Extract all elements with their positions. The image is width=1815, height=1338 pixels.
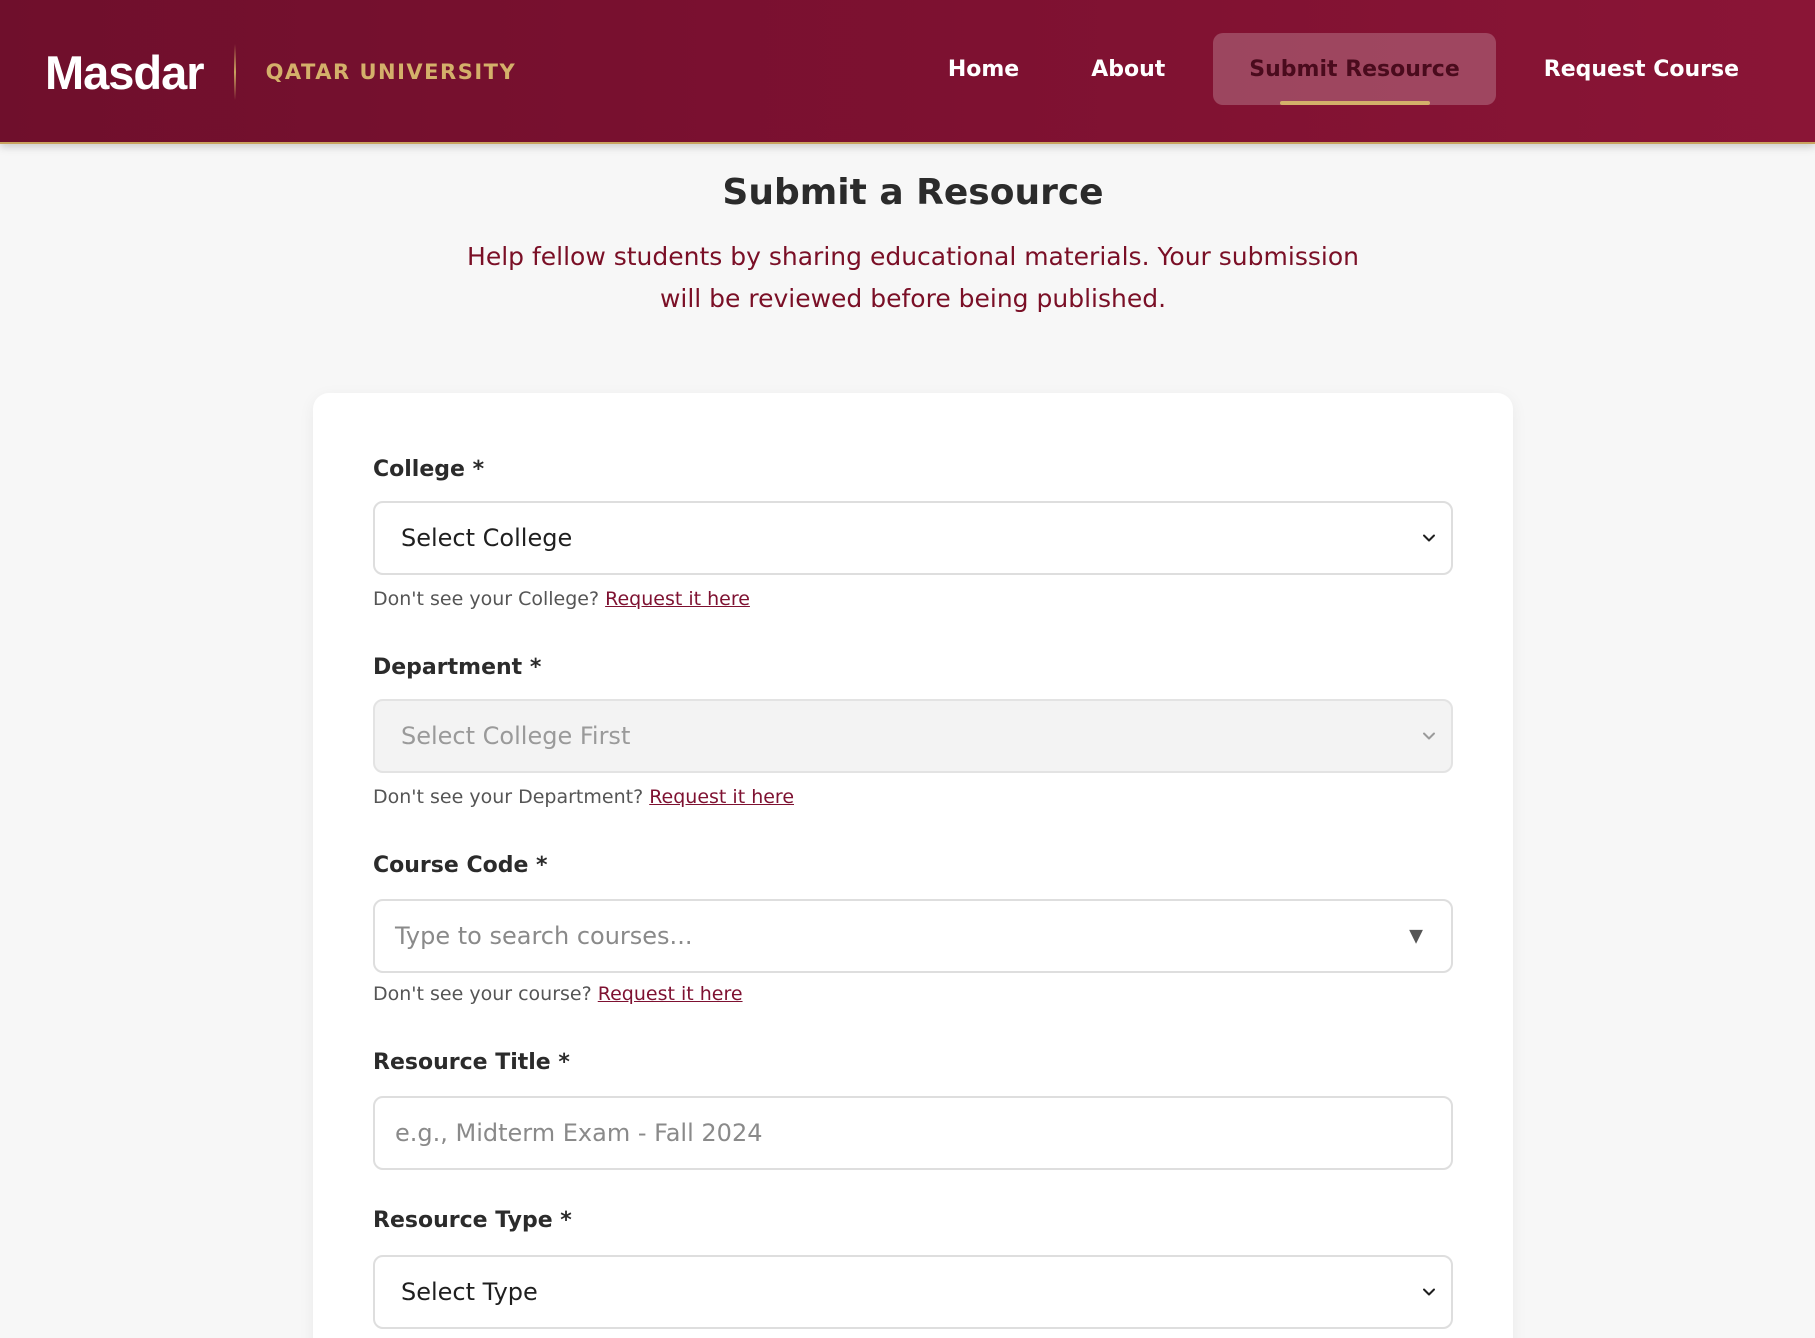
course-code-placeholder: Type to search courses... xyxy=(395,922,693,950)
resource-title-input[interactable]: e.g., Midterm Exam - Fall 2024 xyxy=(373,1096,1453,1170)
request-course-link[interactable]: Request it here xyxy=(598,983,743,1005)
resource-title-label: Resource Title * xyxy=(373,1050,570,1075)
college-select[interactable]: Select College xyxy=(373,501,1453,575)
university-name: QATAR UNIVERSITY xyxy=(265,60,517,84)
chevron-down-icon xyxy=(1423,1288,1435,1296)
chevron-down-icon xyxy=(1423,534,1435,542)
department-helper-text: Don't see your Department? xyxy=(373,786,644,808)
request-department-link[interactable]: Request it here xyxy=(649,786,794,808)
course-code-label: Course Code * xyxy=(373,853,548,878)
course-code-combobox[interactable]: Type to search courses... ▼ xyxy=(373,899,1453,973)
resource-title-placeholder: e.g., Midterm Exam - Fall 2024 xyxy=(395,1119,763,1147)
department-select[interactable]: Select College First xyxy=(373,699,1453,773)
request-college-link[interactable]: Request it here xyxy=(605,588,750,610)
college-select-value: Select College xyxy=(401,524,573,552)
department-select-value: Select College First xyxy=(401,722,631,750)
page-subtitle: Help fellow students by sharing educatio… xyxy=(467,242,1359,313)
brand-logo[interactable]: Masdar xyxy=(45,45,205,100)
brand-divider xyxy=(233,44,236,100)
chevron-down-icon xyxy=(1423,732,1435,740)
college-helper: Don't see your College? Request it here xyxy=(373,588,750,610)
resource-type-select[interactable]: Select Type xyxy=(373,1255,1453,1329)
main-nav: Home About Submit Resource Request Cours… xyxy=(912,33,1775,105)
triangle-down-icon[interactable]: ▼ xyxy=(1409,926,1423,947)
top-navbar: Masdar QATAR UNIVERSITY Home About Submi… xyxy=(0,0,1815,144)
nav-about[interactable]: About xyxy=(1055,33,1201,105)
active-nav-underline xyxy=(1279,101,1430,105)
nav-request-course[interactable]: Request Course xyxy=(1508,33,1775,105)
resource-type-select-value: Select Type xyxy=(401,1278,538,1306)
submit-resource-form: College * Select College Don't see your … xyxy=(313,393,1513,1338)
college-helper-text: Don't see your College? xyxy=(373,588,600,610)
department-helper: Don't see your Department? Request it he… xyxy=(373,786,794,808)
department-label: Department * xyxy=(373,655,542,680)
nav-home[interactable]: Home xyxy=(912,33,1055,105)
nav-submit-resource[interactable]: Submit Resource xyxy=(1213,33,1496,105)
course-helper: Don't see your course? Request it here xyxy=(373,983,743,1005)
nav-submit-resource-label: Submit Resource xyxy=(1249,56,1460,82)
brand[interactable]: Masdar QATAR UNIVERSITY xyxy=(45,40,516,104)
college-label: College * xyxy=(373,457,485,482)
page-title: Submit a Resource xyxy=(722,172,1104,213)
course-helper-text: Don't see your course? xyxy=(373,983,592,1005)
resource-type-label: Resource Type * xyxy=(373,1208,572,1233)
